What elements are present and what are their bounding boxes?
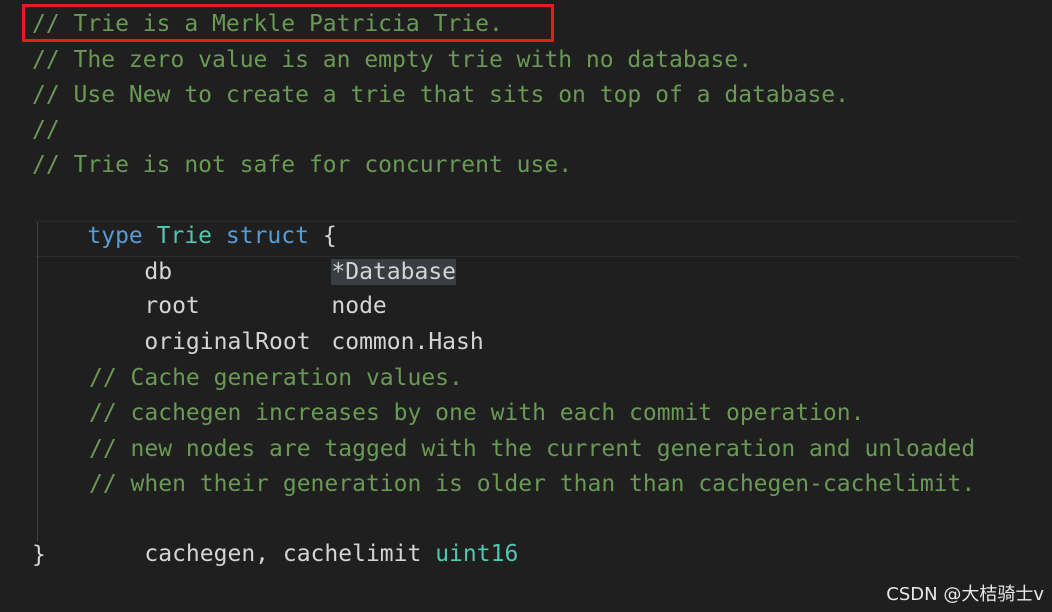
code-line-4[interactable]: // [32,113,60,148]
code-editor[interactable]: // Trie is a Merkle Patricia Trie. // Th… [0,0,1052,612]
field-type: common.Hash [331,329,484,355]
code-line-5[interactable]: // Trie is not safe for concurrent use. [32,148,572,183]
watermark: CSDN @大桔骑士v [886,584,1044,605]
field-line-original-root[interactable]: originalRoot common.Hash [89,290,483,355]
inner-comment-4[interactable]: // when their generation is older than t… [89,467,975,502]
code-line-3[interactable]: // Use New to create a trie that sits on… [32,78,849,113]
field-line-root[interactable]: root node [89,254,386,319]
field-line-db[interactable]: db *Database [89,220,457,285]
inner-comment-1[interactable]: // Cache generation values. [89,361,463,396]
field-type: uint16 [435,541,519,567]
struct-declaration-line[interactable]: type Trie struct { [32,184,336,249]
inner-comment-2[interactable]: // cachegen increases by one with each c… [89,396,864,431]
field-names: cachegen, cachelimit [144,541,422,567]
close-brace[interactable]: } [32,538,46,573]
code-line-2[interactable]: // The zero value is an empty trie with … [32,43,752,78]
field-name: originalRoot [144,329,311,355]
inner-comment-3[interactable]: // new nodes are tagged with the current… [89,432,975,467]
red-highlight-box [22,4,554,42]
field-line-cachegen[interactable]: cachegen, cachelimit uint16 [89,502,518,567]
